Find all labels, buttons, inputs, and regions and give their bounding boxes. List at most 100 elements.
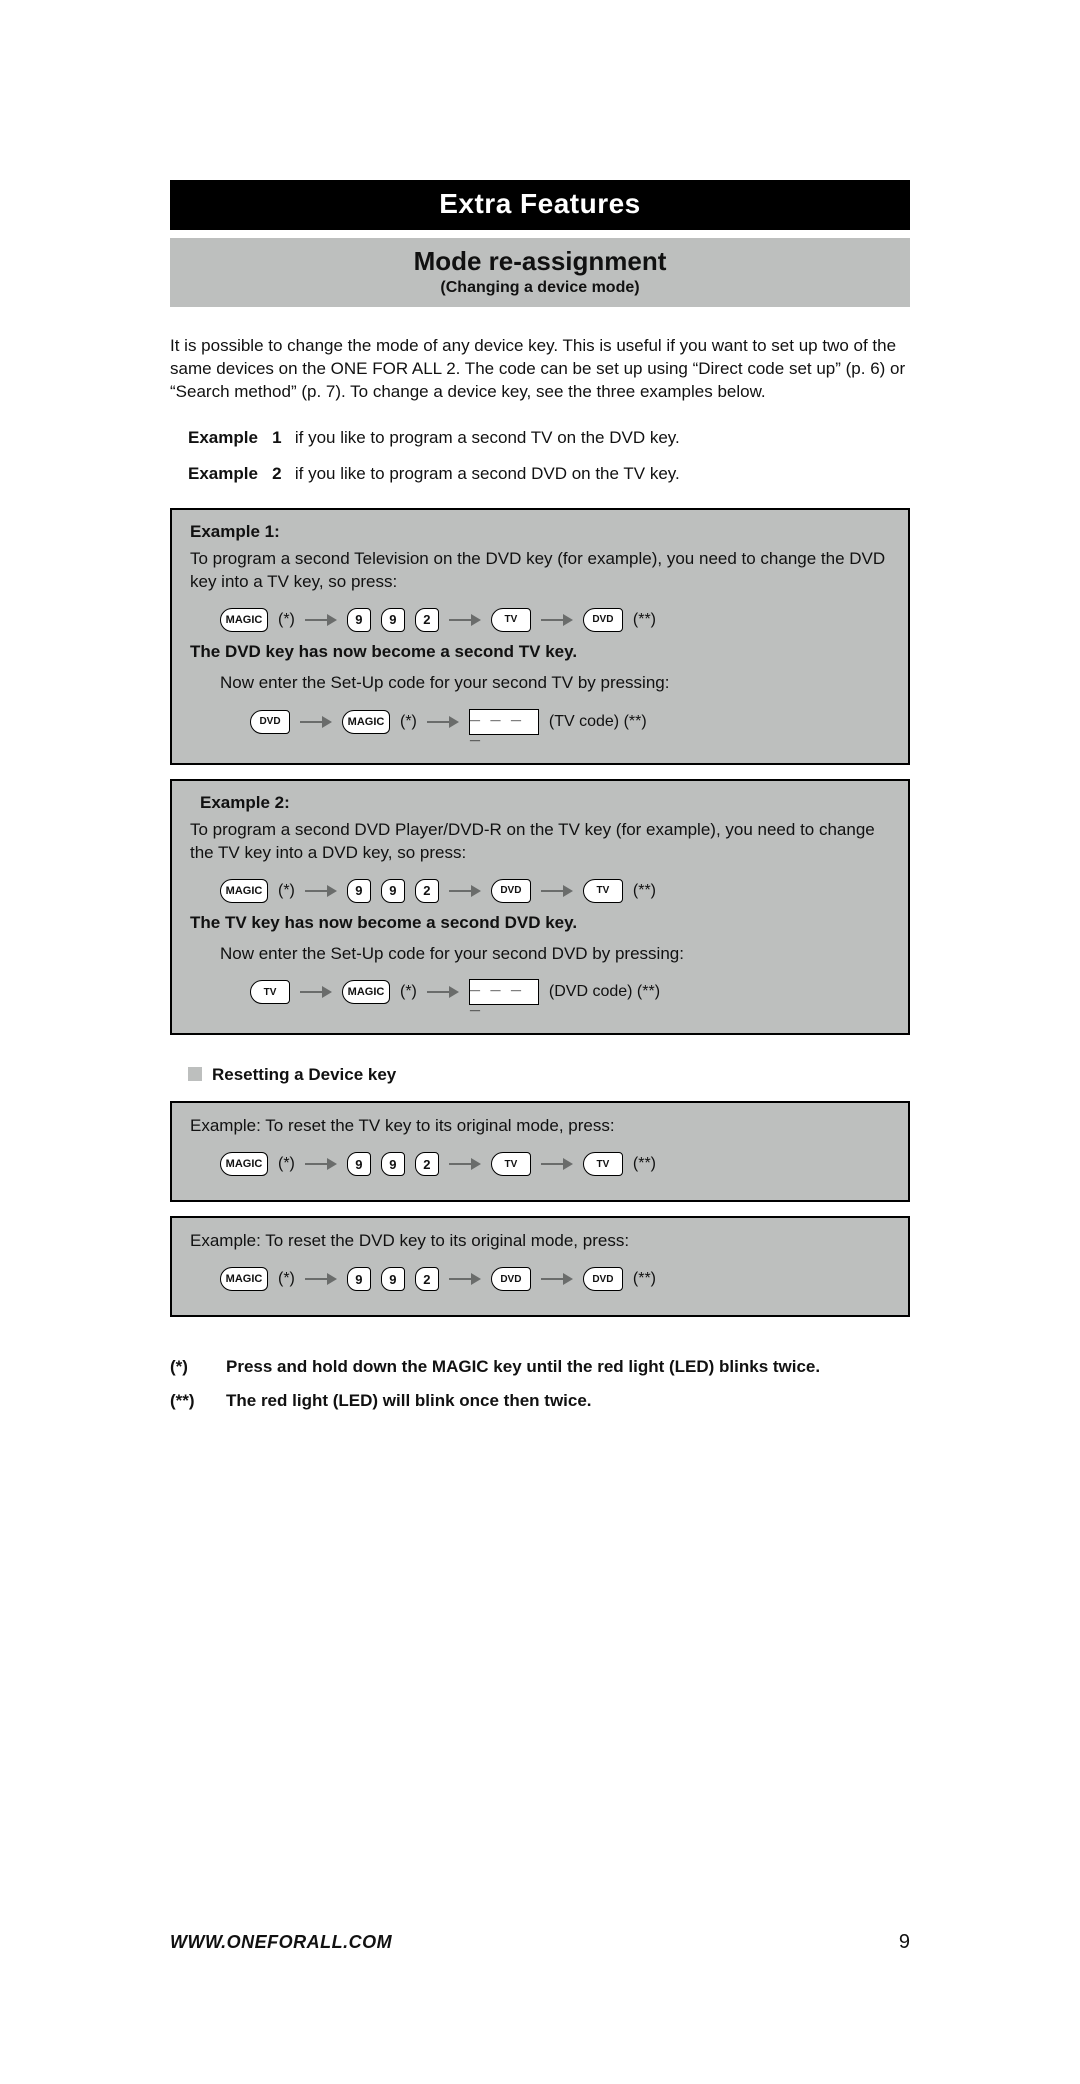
example-label: Example: [188, 428, 258, 447]
nine-key-icon: 9: [381, 879, 405, 903]
code-label: (TV code) (**): [549, 713, 647, 731]
tv-key-icon: TV: [583, 1152, 623, 1176]
nine-key-icon: 9: [381, 608, 405, 632]
reset-dvd-sequence: MAGIC (*) 9 9 2 DVD DVD (**): [220, 1267, 890, 1291]
code-entry-box: _ _ _ _: [469, 979, 539, 1005]
arrow-icon: [305, 615, 337, 625]
example-2-box: Example 2: To program a second DVD Playe…: [170, 779, 910, 1036]
reset-heading: Resetting a Device key: [188, 1065, 910, 1085]
arrow-icon: [449, 1159, 481, 1169]
star-annotation: (*): [278, 1270, 295, 1288]
magic-key-icon: MAGIC: [342, 710, 390, 734]
magic-key-icon: MAGIC: [220, 608, 268, 632]
footnote-2-text: The red light (LED) will blink once then…: [226, 1391, 910, 1411]
reset-tv-text: Example: To reset the TV key to its orig…: [190, 1115, 890, 1138]
star-annotation: (*): [278, 611, 295, 629]
example-2-sequence-1: MAGIC (*) 9 9 2 DVD TV (**): [220, 879, 890, 903]
footnotes: (*) Press and hold down the MAGIC key un…: [170, 1357, 910, 1411]
example-label: Example: [188, 464, 258, 483]
dvd-key-icon: DVD: [491, 879, 531, 903]
tv-key-icon: TV: [491, 608, 531, 632]
nine-key-icon: 9: [347, 1267, 371, 1291]
star-annotation: (*): [400, 983, 417, 1001]
example-1-box: Example 1: To program a second Televisio…: [170, 508, 910, 765]
two-key-icon: 2: [415, 608, 439, 632]
example-1-sequence-2: DVD MAGIC (*) _ _ _ _ (TV code) (**): [250, 709, 890, 735]
code-label: (DVD code) (**): [549, 983, 660, 1001]
example-2-sequence-2: TV MAGIC (*) _ _ _ _ (DVD code) (**): [250, 979, 890, 1005]
arrow-icon: [300, 717, 332, 727]
example-1-title: Example 1:: [190, 522, 890, 542]
nine-key-icon: 9: [381, 1267, 405, 1291]
footer-url: WWW.ONEFORALL.COM: [170, 1932, 392, 1953]
arrow-icon: [305, 1159, 337, 1169]
nine-key-icon: 9: [347, 608, 371, 632]
reset-tv-box: Example: To reset the TV key to its orig…: [170, 1101, 910, 1202]
arrow-icon: [300, 987, 332, 997]
code-entry-box: _ _ _ _: [469, 709, 539, 735]
arrow-icon: [427, 717, 459, 727]
arrow-icon: [541, 615, 573, 625]
footnote-1-mark: (*): [170, 1357, 210, 1377]
magic-key-icon: MAGIC: [220, 1152, 268, 1176]
section-subtitle: (Changing a device mode): [170, 279, 910, 297]
dvd-key-icon: DVD: [491, 1267, 531, 1291]
star-annotation: (*): [278, 1155, 295, 1173]
intro-paragraph: It is possible to change the mode of any…: [170, 335, 910, 404]
tv-key-icon: TV: [583, 879, 623, 903]
magic-key-icon: MAGIC: [220, 879, 268, 903]
arrow-icon: [541, 1274, 573, 1284]
magic-key-icon: MAGIC: [220, 1267, 268, 1291]
arrow-icon: [541, 886, 573, 896]
tv-key-icon: TV: [250, 980, 290, 1004]
header-grey-bar: Mode re-assignment (Changing a device mo…: [170, 238, 910, 307]
arrow-icon: [449, 615, 481, 625]
example-2-result: The TV key has now become a second DVD k…: [190, 913, 890, 933]
example-1-result: The DVD key has now become a second TV k…: [190, 642, 890, 662]
reset-tv-sequence: MAGIC (*) 9 9 2 TV TV (**): [220, 1152, 890, 1176]
tv-key-icon: TV: [491, 1152, 531, 1176]
footnote-2-mark: (**): [170, 1391, 210, 1411]
example-2-now: Now enter the Set-Up code for your secon…: [220, 943, 890, 966]
two-key-icon: 2: [415, 1152, 439, 1176]
double-star-annotation: (**): [633, 1155, 656, 1173]
arrow-icon: [449, 1274, 481, 1284]
example-1-number: 1: [272, 428, 290, 448]
arrow-icon: [541, 1159, 573, 1169]
example-2-text: if you like to program a second DVD on t…: [295, 464, 680, 483]
header-black-bar: Extra Features: [170, 180, 910, 230]
page-number: 9: [899, 1931, 910, 1954]
example-1-text: if you like to program a second TV on th…: [295, 428, 680, 447]
nine-key-icon: 9: [381, 1152, 405, 1176]
reset-dvd-box: Example: To reset the DVD key to its ori…: [170, 1216, 910, 1317]
example-1-now: Now enter the Set-Up code for your secon…: [220, 672, 890, 695]
star-annotation: (*): [278, 882, 295, 900]
example-summary: Example 1 if you like to program a secon…: [188, 428, 910, 484]
nine-key-icon: 9: [347, 1152, 371, 1176]
page-footer: WWW.ONEFORALL.COM 9: [170, 1931, 910, 1954]
arrow-icon: [305, 1274, 337, 1284]
arrow-icon: [427, 987, 459, 997]
example-1-sequence-1: MAGIC (*) 9 9 2 TV DVD (**): [220, 608, 890, 632]
example-2-desc: To program a second DVD Player/DVD-R on …: [190, 819, 890, 865]
reset-heading-text: Resetting a Device key: [212, 1065, 396, 1084]
reset-dvd-text: Example: To reset the DVD key to its ori…: [190, 1230, 890, 1253]
example-1-desc: To program a second Television on the DV…: [190, 548, 890, 594]
star-annotation: (*): [400, 713, 417, 731]
double-star-annotation: (**): [633, 611, 656, 629]
arrow-icon: [305, 886, 337, 896]
double-star-annotation: (**): [633, 1270, 656, 1288]
example-2-title: Example 2:: [200, 793, 890, 813]
dvd-key-icon: DVD: [250, 710, 290, 734]
footnote-1-text: Press and hold down the MAGIC key until …: [226, 1357, 910, 1377]
double-star-annotation: (**): [633, 882, 656, 900]
magic-key-icon: MAGIC: [342, 980, 390, 1004]
arrow-icon: [449, 886, 481, 896]
two-key-icon: 2: [415, 879, 439, 903]
section-title: Mode re-assignment: [170, 246, 910, 277]
page-content: Extra Features Mode re-assignment (Chang…: [0, 0, 1080, 1505]
nine-key-icon: 9: [347, 879, 371, 903]
bullet-square-icon: [188, 1067, 202, 1081]
dvd-key-icon: DVD: [583, 608, 623, 632]
two-key-icon: 2: [415, 1267, 439, 1291]
